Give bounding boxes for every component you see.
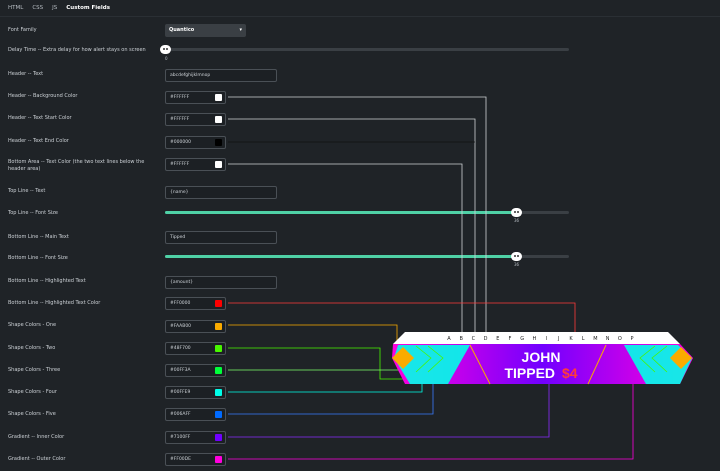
banner-letter-j: J	[557, 336, 559, 342]
connector-gradient-inner	[228, 378, 550, 438]
banner-line2: TIPPED $4	[504, 365, 577, 381]
banner-letter-g: G	[520, 336, 524, 342]
banner-line2-highlight: $4	[562, 365, 578, 381]
banner-letter-m: M	[593, 336, 597, 342]
connector-header-bg	[228, 96, 487, 334]
banner-letter-c: C	[472, 336, 476, 342]
banner-letter-a: A	[447, 336, 451, 342]
banner-letter-f: F	[509, 336, 512, 342]
banner-letter-h: H	[533, 336, 537, 342]
alert-banner-preview: ABCDEFGHIJKLMNOP JOHN TIPPED $4	[392, 332, 693, 385]
connector-shape-four	[228, 372, 423, 393]
banner-letter-n: N	[606, 336, 610, 342]
banner-letter-l: L	[582, 336, 585, 342]
connector-shape-three	[228, 365, 411, 371]
banner-letter-p: P	[630, 336, 633, 342]
connector-shape-one	[228, 324, 398, 356]
banner-letter-b: B	[459, 336, 463, 342]
custom-fields-panel: HTML CSS JS Custom Fields Font Family Qu…	[0, 0, 720, 471]
banner-letter-e: E	[496, 336, 499, 342]
banner-letter-o: O	[618, 336, 622, 342]
banner-letter-i: I	[546, 336, 547, 342]
connector-bottom-area	[228, 163, 463, 334]
banner-header-strip	[393, 332, 680, 344]
banner-letter-d: D	[484, 336, 488, 342]
preview-overlay: ABCDEFGHIJKLMNOP JOHN TIPPED $4	[228, 96, 693, 460]
connector-gradient-outer	[228, 372, 634, 460]
banner-line1: JOHN	[522, 349, 561, 365]
banner-line2-main: TIPPED	[504, 365, 555, 381]
connector-shape-five	[228, 383, 434, 415]
connector-header-text-start	[228, 118, 476, 340]
connector-shape-two	[228, 347, 418, 380]
